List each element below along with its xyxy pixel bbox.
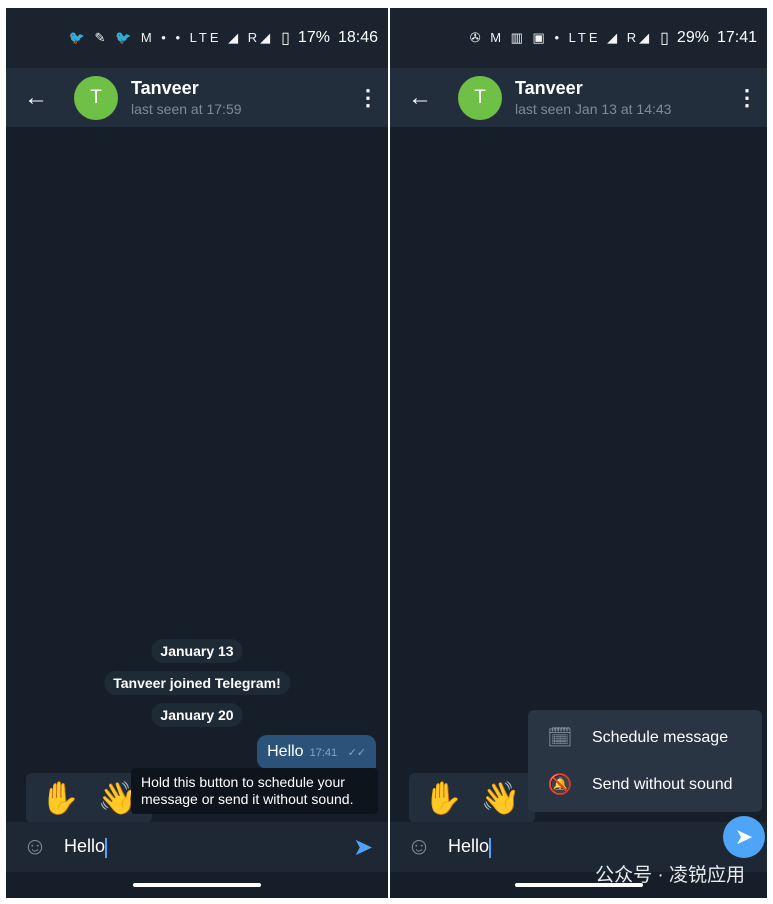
status-bar: 🐦 ✎ 🐦 M • • LTE ◢ R◢ ▯ 17% 18:46 <box>6 8 388 68</box>
notification-icons: 🐦 ✎ 🐦 M • • LTE ◢ R◢ <box>68 30 274 45</box>
menu-item-send-without-sound[interactable]: 🔕 Send without sound <box>528 761 762 808</box>
send-icon[interactable]: ➤ <box>338 833 388 862</box>
nav-bar <box>6 872 388 898</box>
send-icon[interactable]: ➤ <box>723 816 765 858</box>
back-arrow-icon[interactable]: ← <box>390 84 450 112</box>
message-bubble[interactable]: Hello 17:41 ✓✓ <box>257 735 376 769</box>
notification-icons: ✇ M ▥ ▣ • LTE ◢ R◢ <box>469 30 653 45</box>
last-seen: last seen Jan 13 at 14:43 <box>515 101 672 117</box>
emoji-suggestions: ✋ 👋 <box>409 773 535 823</box>
menu-item-schedule-message[interactable]: 🗓 Schedule message <box>528 714 762 761</box>
chat-header: ← T Tanveer last seen at 17:59 ⋮ <box>6 68 388 127</box>
menu-item-label: Schedule message <box>592 728 729 746</box>
read-check-icon: ✓✓ <box>347 747 366 759</box>
input-value: Hello <box>448 836 490 857</box>
contact-info[interactable]: Tanveer last seen Jan 13 at 14:43 <box>515 78 727 117</box>
emoji-waving-hand[interactable]: 👋 <box>481 779 521 817</box>
message-input[interactable]: Hello <box>448 836 767 858</box>
date-pill: January 20 <box>151 703 243 727</box>
bell-off-icon: 🔕 <box>547 774 573 796</box>
menu-item-label: Send without sound <box>592 775 733 793</box>
back-arrow-icon[interactable]: ← <box>6 84 66 112</box>
battery-icon: ▯ <box>281 30 290 47</box>
avatar[interactable]: T <box>458 75 502 120</box>
message-text: Hello <box>267 743 304 760</box>
message-input-bar: ☺ Hello ➤ <box>6 822 388 872</box>
home-indicator[interactable] <box>133 883 261 887</box>
send-options-menu: 🗓 Schedule message 🔕 Send without sound <box>528 710 762 812</box>
input-value: Hello <box>64 836 106 857</box>
chat-header: ← T Tanveer last seen Jan 13 at 14:43 ⋮ <box>390 68 767 127</box>
clock: 18:46 <box>337 29 378 46</box>
text-caret <box>105 837 108 858</box>
contact-info[interactable]: Tanveer last seen at 17:59 <box>131 78 348 117</box>
calendar-icon: 🗓 <box>547 727 573 749</box>
chat-screen-left: 🐦 ✎ 🐦 M • • LTE ◢ R◢ ▯ 17% 18:46 ← T Tan… <box>6 8 388 898</box>
avatar[interactable]: T <box>74 75 118 120</box>
clock: 17:41 <box>716 29 757 46</box>
service-message: Tanveer joined Telegram! <box>104 671 290 695</box>
contact-name: Tanveer <box>131 78 199 98</box>
watermark: 公众号 · 凌锐应用 <box>595 865 745 886</box>
emoji-icon[interactable]: ☺ <box>390 833 448 861</box>
emoji-raised-hand[interactable]: ✋ <box>40 779 80 817</box>
battery-icon: ▯ <box>660 30 669 47</box>
chat-screen-right: ✇ M ▥ ▣ • LTE ◢ R◢ ▯ 29% 17:41 ← T Tanve… <box>390 8 767 898</box>
last-seen: last seen at 17:59 <box>131 101 242 117</box>
battery-level: 29% <box>676 29 709 46</box>
battery-level: 17% <box>297 29 330 46</box>
tooltip: Hold this button to schedule your messag… <box>131 768 378 814</box>
text-caret <box>489 837 492 858</box>
more-options-icon[interactable]: ⋮ <box>727 85 767 111</box>
contact-name: Tanveer <box>515 78 583 98</box>
message-input[interactable]: Hello <box>64 836 338 858</box>
message-time: 17:41 <box>309 747 338 759</box>
emoji-raised-hand[interactable]: ✋ <box>423 779 463 817</box>
emoji-icon[interactable]: ☺ <box>6 833 64 861</box>
date-pill: January 13 <box>151 639 243 663</box>
status-bar: ✇ M ▥ ▣ • LTE ◢ R◢ ▯ 29% 17:41 <box>390 8 767 68</box>
more-options-icon[interactable]: ⋮ <box>348 85 388 111</box>
